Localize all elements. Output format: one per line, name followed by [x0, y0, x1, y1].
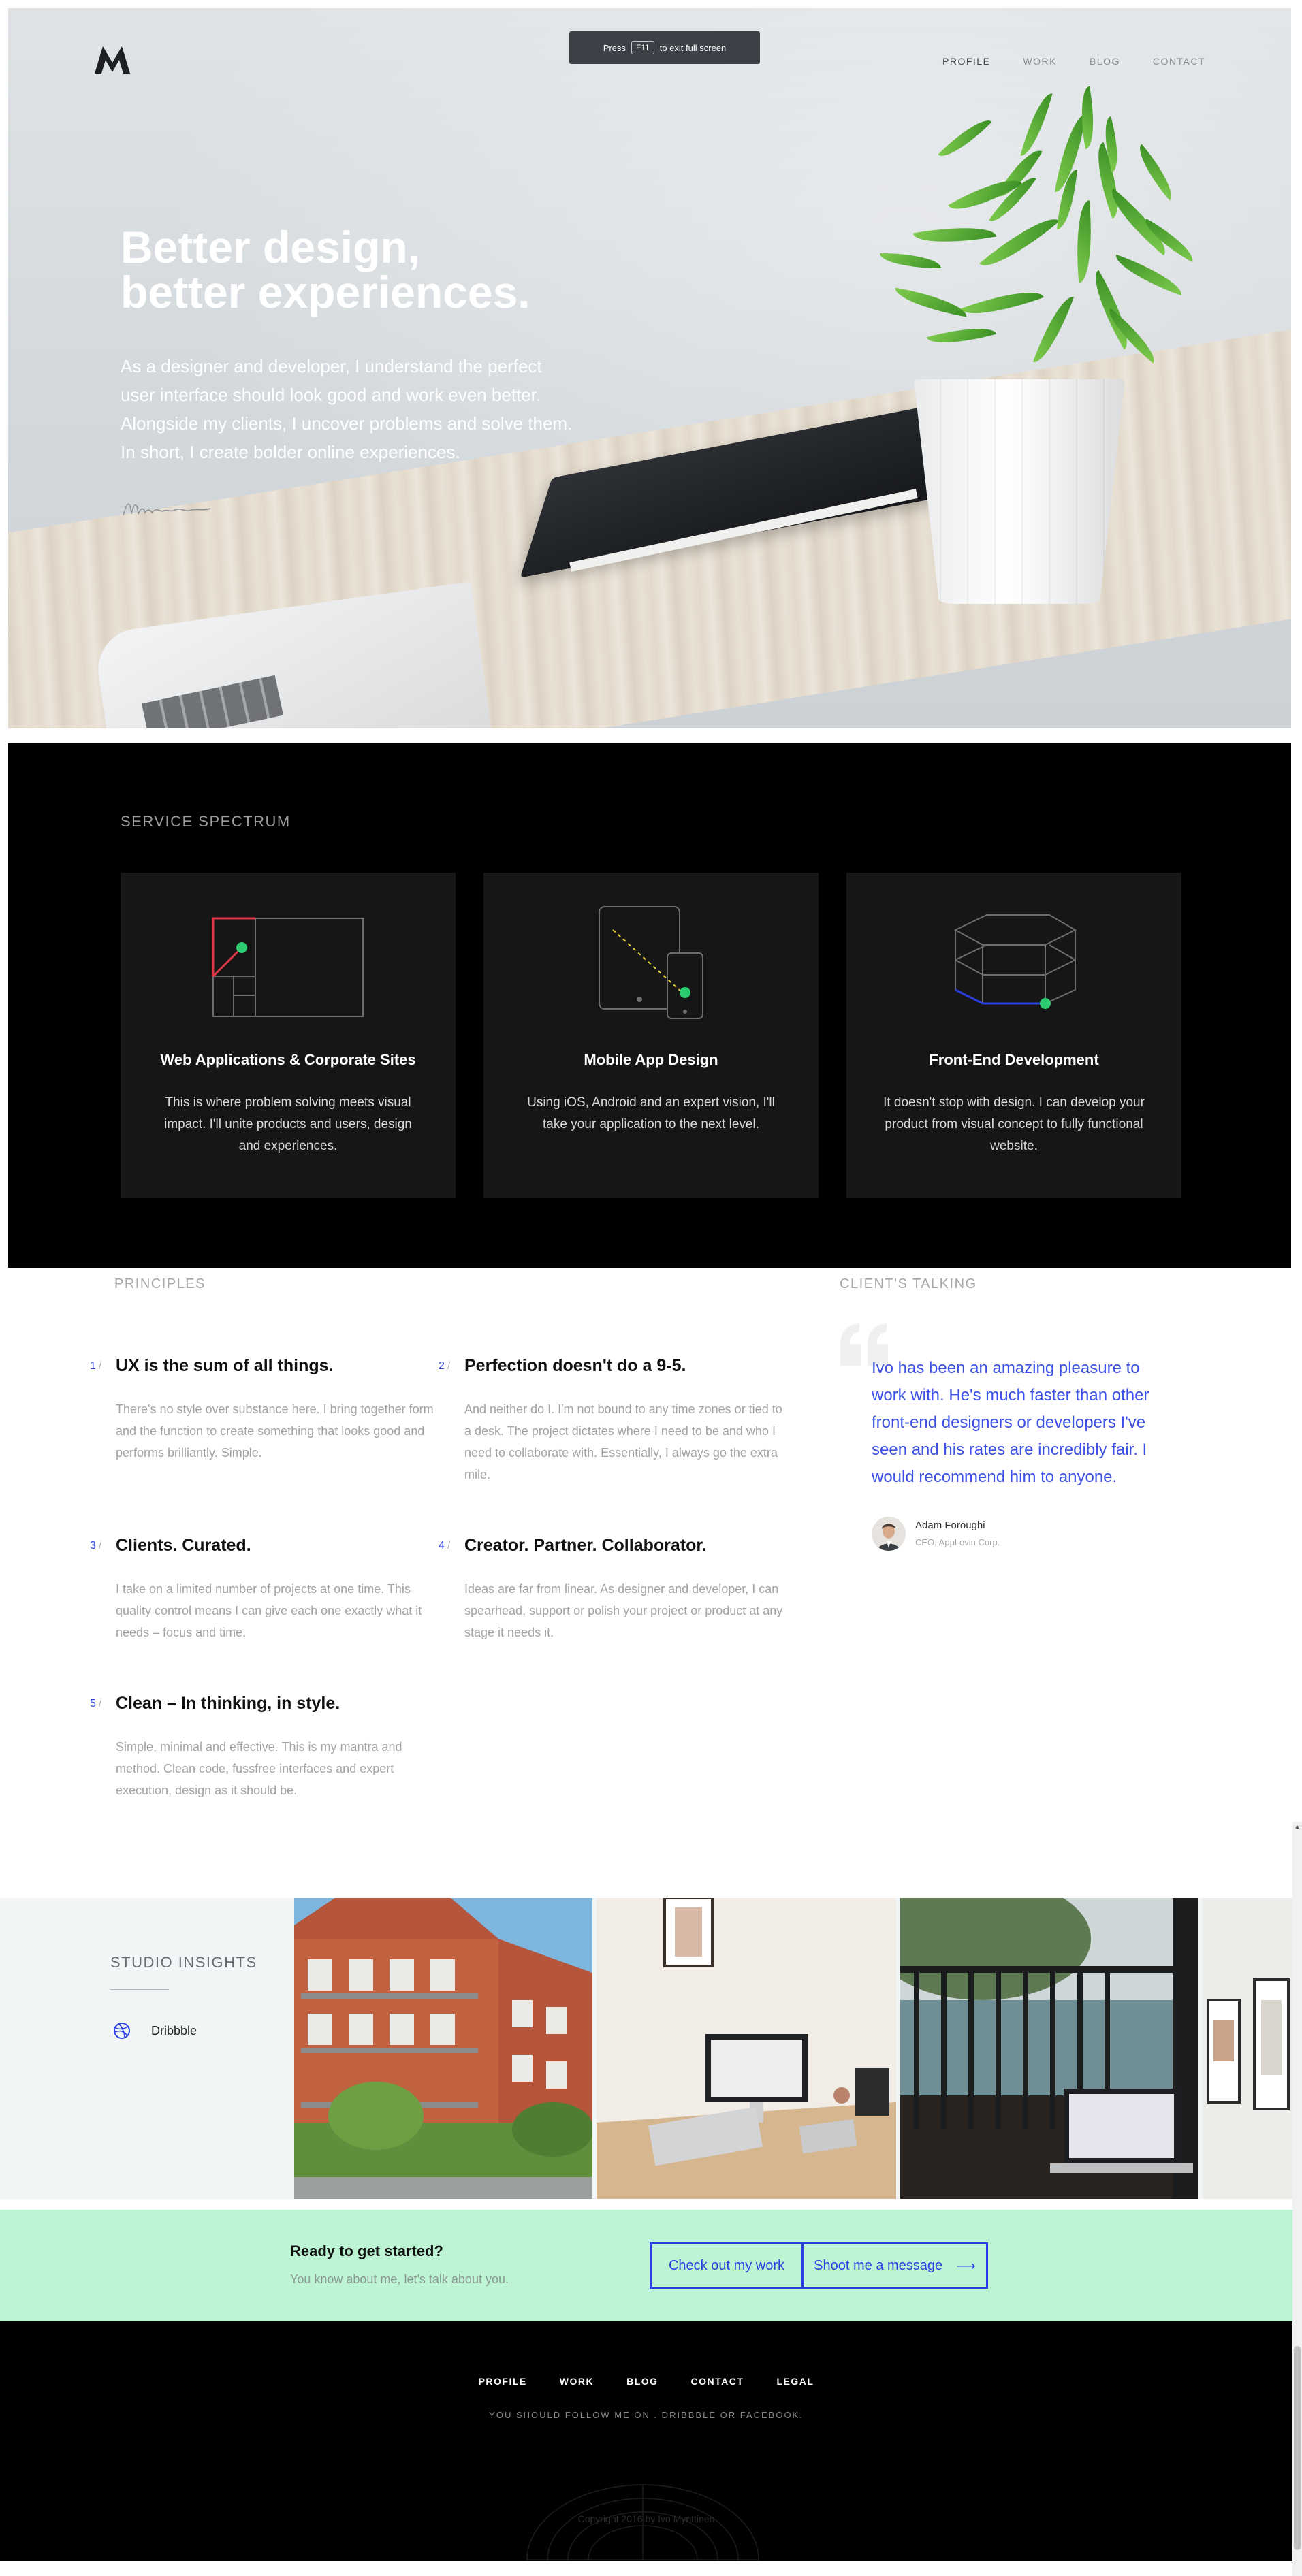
service-desc: This is where problem solving meets visu… — [164, 1095, 412, 1153]
shoot-message-button[interactable]: Shoot me a message ⟶ — [801, 2242, 988, 2289]
service-name: Web Applications & Corporate Sites — [160, 1051, 416, 1068]
dribbble-icon — [114, 2023, 130, 2039]
footer: PROFILE WORK BLOG CONTACT LEGAL YOU SHOU… — [0, 2321, 1292, 2561]
footer-wireframe-decoration — [526, 2484, 759, 2561]
service-card-mobile[interactable]: Mobile App Design Using iOS, Android and… — [483, 873, 819, 1198]
hero-intro-line-3: Alongside my clients, I uncover problems… — [121, 413, 573, 434]
nav-work[interactable]: WORK — [1023, 56, 1057, 67]
service-desc: It doesn't stop with design. I can devel… — [883, 1095, 1145, 1153]
top-nav: PROFILE WORK BLOG CONTACT — [942, 56, 1205, 67]
cta-section: Ready to get started? You know about me,… — [0, 2210, 1292, 2321]
check-out-work-button[interactable]: Check out my work — [650, 2242, 804, 2289]
arrow-right-icon: ⟶ — [956, 2258, 976, 2274]
testimonial-author: Adam Foroughi — [915, 1519, 985, 1531]
services-section: SERVICE SPECTRUM Web Applications & Corp… — [8, 743, 1291, 1268]
hero-plant-pot-ridges — [914, 379, 1125, 604]
principle-body: Ideas are far from linear. As designer a… — [464, 1582, 783, 1639]
cube-icon — [953, 914, 1077, 1009]
principle-body: There's no style over substance here. I … — [116, 1402, 434, 1460]
fullscreen-notice: Press F11 to exit full screen — [569, 31, 760, 64]
dribbble-link[interactable]: Dribbble — [113, 2022, 197, 2040]
principle-title: UX is the sum of all things. — [116, 1356, 334, 1375]
footer-nav: PROFILE WORK BLOG CONTACT LEGAL — [0, 2376, 1292, 2387]
principle-title: Clients. Curated. — [116, 1536, 251, 1555]
scrollbar-thumb[interactable] — [1294, 2346, 1301, 2550]
avatar-image — [872, 1517, 906, 1551]
service-name: Front-End Development — [929, 1051, 1099, 1068]
logo-icon[interactable] — [93, 42, 131, 76]
signature-image — [123, 503, 211, 516]
check-out-work-label: Check out my work — [668, 2257, 785, 2273]
principle-number: 2/ — [439, 1360, 451, 1372]
hero-intro-line-4: In short, I create bolder online experie… — [121, 442, 460, 462]
insight-photo-desk[interactable] — [597, 1898, 896, 2199]
nav-contact[interactable]: CONTACT — [1153, 56, 1205, 67]
principle-number: 5/ — [90, 1698, 102, 1709]
dribbble-label: Dribbble — [151, 2023, 197, 2038]
avatar — [872, 1517, 906, 1551]
shoot-message-label: Shoot me a message — [814, 2257, 943, 2273]
cta-title: Ready to get started? — [290, 2242, 443, 2259]
service-card-web[interactable]: Web Applications & Corporate Sites This … — [121, 873, 456, 1198]
web-layout-icon — [212, 917, 364, 1017]
footer-follow-text: YOU SHOULD FOLLOW ME ON . DRIBBBLE OR FA… — [489, 2410, 804, 2420]
principle-body: I take on a limited number of projects a… — [116, 1582, 422, 1639]
fullscreen-notice-suffix: to exit full screen — [659, 42, 727, 53]
testimonial-title: CLIENT'S TALKING — [840, 1276, 977, 1291]
nav-blog[interactable]: BLOG — [1090, 56, 1120, 67]
principle-title: Perfection doesn't do a 9-5. — [464, 1356, 686, 1375]
testimonial-role: CEO, AppLovin Corp. — [915, 1537, 1000, 1547]
testimonial-quote: Ivo has been an amazing pleasure to work… — [872, 1359, 1149, 1486]
devices-icon — [599, 906, 703, 1019]
hero-title-line-1: Better design, — [121, 222, 421, 272]
service-desc: Using iOS, Android and an expert vision,… — [527, 1095, 775, 1131]
desk-photo — [597, 1898, 896, 2199]
page-scrollbar[interactable] — [1292, 1822, 1302, 2576]
footer-copyright: Copyright 2016 by Ivo Mynttinen — [577, 2513, 715, 2524]
insight-photo-balcony[interactable] — [900, 1898, 1198, 2199]
fullscreen-notice-prefix: Press — [603, 42, 626, 53]
principle-body: Simple, minimal and effective. This is m… — [116, 1740, 402, 1797]
footer-nav-blog[interactable]: BLOG — [626, 2376, 658, 2387]
insights-title: STUDIO INSIGHTS — [110, 1954, 257, 1971]
building-photo — [294, 1898, 592, 2199]
balcony-photo — [900, 1898, 1198, 2199]
footer-nav-profile[interactable]: PROFILE — [479, 2376, 527, 2387]
principle-body: And neither do I. I'm not bound to any t… — [464, 1402, 782, 1481]
fullscreen-notice-key: F11 — [631, 41, 654, 54]
services-title: SERVICE SPECTRUM — [121, 813, 291, 830]
service-card-frontend[interactable]: Front-End Development It doesn't stop wi… — [846, 873, 1181, 1198]
principles-title: PRINCIPLES — [114, 1276, 206, 1291]
principle-number: 1/ — [90, 1360, 102, 1372]
footer-nav-work[interactable]: WORK — [560, 2376, 594, 2387]
principle-number: 4/ — [439, 1540, 451, 1551]
scroll-up-arrow-icon[interactable]: ▲ — [1292, 1822, 1302, 1831]
principle-title: Clean – In thinking, in style. — [116, 1694, 340, 1713]
insight-photo-building[interactable] — [294, 1898, 592, 2199]
hero-title: Better design, better experiences. — [121, 225, 665, 315]
hero-section: Press F11 to exit full screen PROFILE WO… — [8, 8, 1291, 728]
principle-number: 3/ — [90, 1540, 102, 1551]
insights-divider — [110, 1989, 169, 1990]
nav-profile[interactable]: PROFILE — [942, 56, 990, 67]
insight-photo-gallery[interactable] — [1203, 1898, 1292, 2199]
service-name: Mobile App Design — [584, 1051, 718, 1068]
footer-nav-contact[interactable]: CONTACT — [691, 2376, 744, 2387]
principle-title: Creator. Partner. Collaborator. — [464, 1536, 707, 1555]
cta-subtitle: You know about me, let's talk about you. — [290, 2272, 509, 2286]
gallery-photo — [1203, 1898, 1292, 2199]
hero-intro: As a designer and developer, I understan… — [121, 352, 611, 466]
footer-nav-legal[interactable]: LEGAL — [776, 2376, 814, 2387]
hero-intro-line-1: As a designer and developer, I understan… — [121, 356, 542, 376]
hero-title-line-2: better experiences. — [121, 267, 530, 317]
hero-intro-line-2: user interface should look good and work… — [121, 385, 541, 405]
